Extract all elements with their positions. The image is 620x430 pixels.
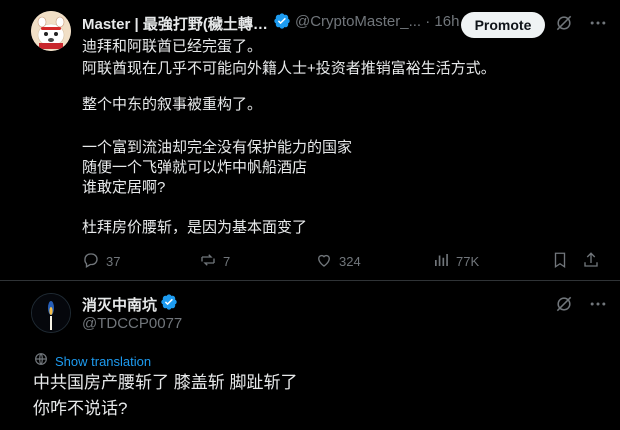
translate-icon [33, 351, 49, 372]
tweet-text-line: 随便一个飞弹就可以炸中帆船酒店 [82, 159, 308, 176]
reply-text-line: 你咋不说话? [33, 399, 128, 418]
share-icon [582, 251, 600, 272]
reply-button[interactable]: 37 [82, 251, 120, 272]
bookmark-icon [551, 251, 569, 272]
reply-author-avatar[interactable] [31, 293, 71, 333]
tweet-text-line: 阿联酋现在几乎不可能向外籍人士+投资者推销富裕生活方式。 [82, 60, 496, 77]
author-avatar[interactable] [31, 11, 71, 51]
tweet-text-line: 迪拜和阿联酋已经完蛋了。 [82, 38, 263, 55]
like-button[interactable]: 324 [315, 251, 361, 272]
tweet-text-line: 杜拜房价腰斩，是因为基本面变了 [82, 219, 308, 236]
tweet-text-line: 整个中东的叙事被重构了。 [82, 96, 263, 113]
verified-badge-icon [273, 12, 291, 35]
repost-icon [199, 251, 217, 272]
views-icon [432, 251, 450, 272]
reply-icon [82, 251, 100, 272]
verified-badge-icon [160, 293, 178, 316]
more-icon[interactable] [588, 13, 608, 38]
promote-button[interactable]: Promote [461, 12, 545, 38]
grok-icon[interactable] [554, 294, 574, 319]
reply-count: 37 [106, 254, 121, 269]
repost-button[interactable]: 7 [199, 251, 230, 272]
bookmark-button[interactable] [551, 251, 569, 272]
grok-icon[interactable] [554, 13, 574, 38]
tweet-divider [0, 280, 620, 281]
repost-count: 7 [223, 254, 231, 269]
show-translation-label: Show translation [55, 354, 152, 369]
views-button[interactable]: 77K [432, 251, 479, 272]
more-icon[interactable] [588, 294, 608, 319]
like-icon [315, 251, 333, 272]
reply-author-name[interactable]: 消灭中南坑 [82, 294, 157, 315]
like-count: 324 [339, 254, 361, 269]
tweet-text-line: 一个富到流油却完全没有保护能力的国家 [82, 139, 353, 156]
author-name[interactable]: Master | 最強打野(穢土轉… [82, 13, 268, 34]
show-translation-link[interactable]: Show translation [33, 351, 151, 372]
reply-author-handle[interactable]: @TDCCP0077 [82, 315, 182, 332]
share-button[interactable] [582, 251, 600, 272]
tweet-text-line: 谁敢定居啊? [82, 179, 166, 196]
views-count: 77K [456, 254, 480, 269]
author-handle-time[interactable]: @CryptoMaster_... · 16h [295, 13, 459, 30]
reply-text-line: 中共国房产腰斩了 膝盖斩 脚趾斩了 [33, 373, 298, 392]
